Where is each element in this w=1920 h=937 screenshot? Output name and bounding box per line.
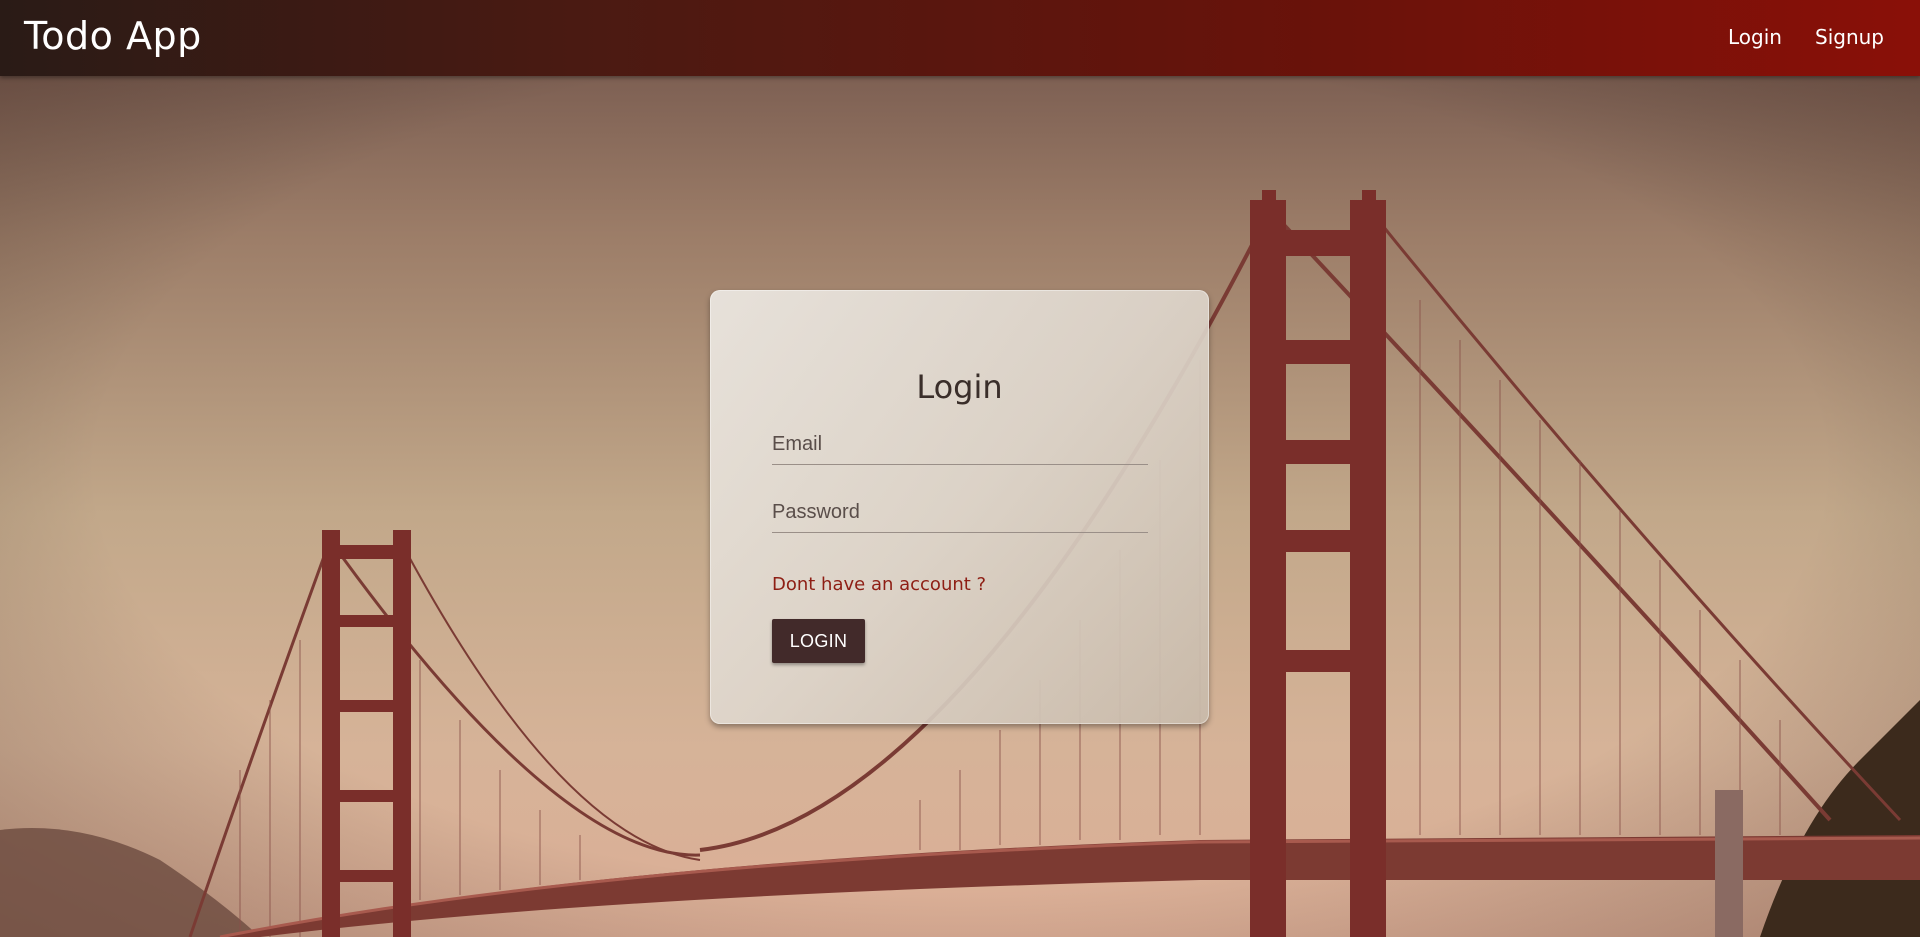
password-field [772, 492, 1148, 533]
navbar: Todo App Login Signup [0, 0, 1920, 76]
nav-signup-link[interactable]: Signup [1815, 25, 1884, 49]
login-card: Login Dont have an account ? LOGIN [710, 290, 1209, 724]
login-submit-button[interactable]: LOGIN [772, 619, 865, 663]
login-title: Login [916, 368, 1003, 406]
nav-login-link[interactable]: Login [1728, 25, 1782, 49]
email-input[interactable] [772, 424, 1148, 464]
email-field [772, 424, 1148, 465]
password-input[interactable] [772, 492, 1148, 532]
signup-prompt-link[interactable]: Dont have an account ? [772, 574, 986, 595]
app-brand[interactable]: Todo App [24, 14, 202, 58]
